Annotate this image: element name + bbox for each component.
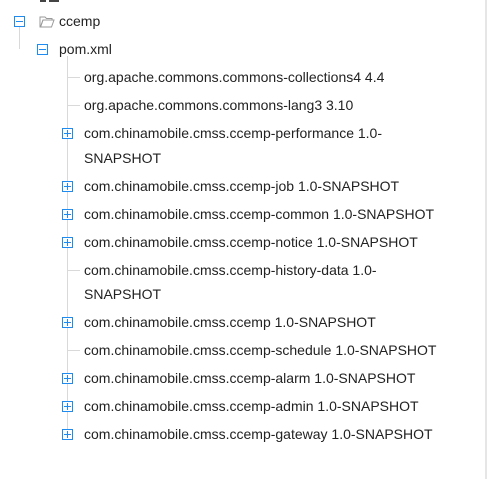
clipped-row-remnant (0, 0, 120, 3)
folder-open-icon (39, 16, 55, 28)
tree-node-dependency[interactable]: com.chinamobile.cmss.ccemp-performance 1… (84, 120, 382, 146)
tree-guide (67, 105, 80, 106)
tree-node-dependency[interactable]: com.chinamobile.cmss.ccemp-schedule 1.0-… (84, 337, 436, 363)
expand-toggle[interactable] (62, 373, 73, 384)
tree-guide (19, 27, 20, 49)
collapse-toggle-pom[interactable] (37, 44, 48, 55)
expand-toggle[interactable] (62, 317, 73, 328)
tree-node-dependency[interactable]: com.chinamobile.cmss.ccemp-gateway 1.0-S… (84, 421, 433, 447)
tree-node-dependency[interactable]: org.apache.commons.commons-collections4 … (84, 64, 384, 90)
collapse-toggle-ccemp[interactable] (14, 16, 25, 27)
tree-node-dependency[interactable]: org.apache.commons.commons-lang3 3.10 (84, 92, 353, 118)
expand-toggle[interactable] (62, 401, 73, 412)
tree-node-dependency-continued[interactable]: SNAPSHOT (84, 281, 161, 307)
tree-node-ccemp[interactable]: ccemp (59, 8, 100, 34)
expand-toggle[interactable] (62, 209, 73, 220)
tree-node-dependency[interactable]: com.chinamobile.cmss.ccemp-common 1.0-SN… (84, 201, 434, 227)
expand-toggle[interactable] (62, 128, 73, 139)
tree-node-dependency[interactable]: com.chinamobile.cmss.ccemp 1.0-SNAPSHOT (84, 309, 376, 335)
tree-guide (67, 350, 80, 351)
tree-node-dependency[interactable]: com.chinamobile.cmss.ccemp-notice 1.0-SN… (84, 229, 418, 255)
expand-toggle[interactable] (62, 237, 73, 248)
tree-guide (67, 77, 80, 78)
tree-node-dependency[interactable]: com.chinamobile.cmss.ccemp-history-data … (84, 257, 377, 283)
tree-node-dependency-continued[interactable]: SNAPSHOT (84, 145, 161, 171)
tree-guide (67, 270, 80, 271)
dependency-tree: ccemp pom.xml org.apache.commons.commons… (0, 0, 484, 479)
tree-node-dependency[interactable]: com.chinamobile.cmss.ccemp-job 1.0-SNAPS… (84, 173, 399, 199)
tree-node-dependency[interactable]: com.chinamobile.cmss.ccemp-alarm 1.0-SNA… (84, 365, 415, 391)
tree-node-dependency[interactable]: com.chinamobile.cmss.ccemp-admin 1.0-SNA… (84, 393, 419, 419)
expand-toggle[interactable] (62, 429, 73, 440)
expand-toggle[interactable] (62, 181, 73, 192)
tree-node-pom-xml[interactable]: pom.xml (59, 36, 112, 62)
